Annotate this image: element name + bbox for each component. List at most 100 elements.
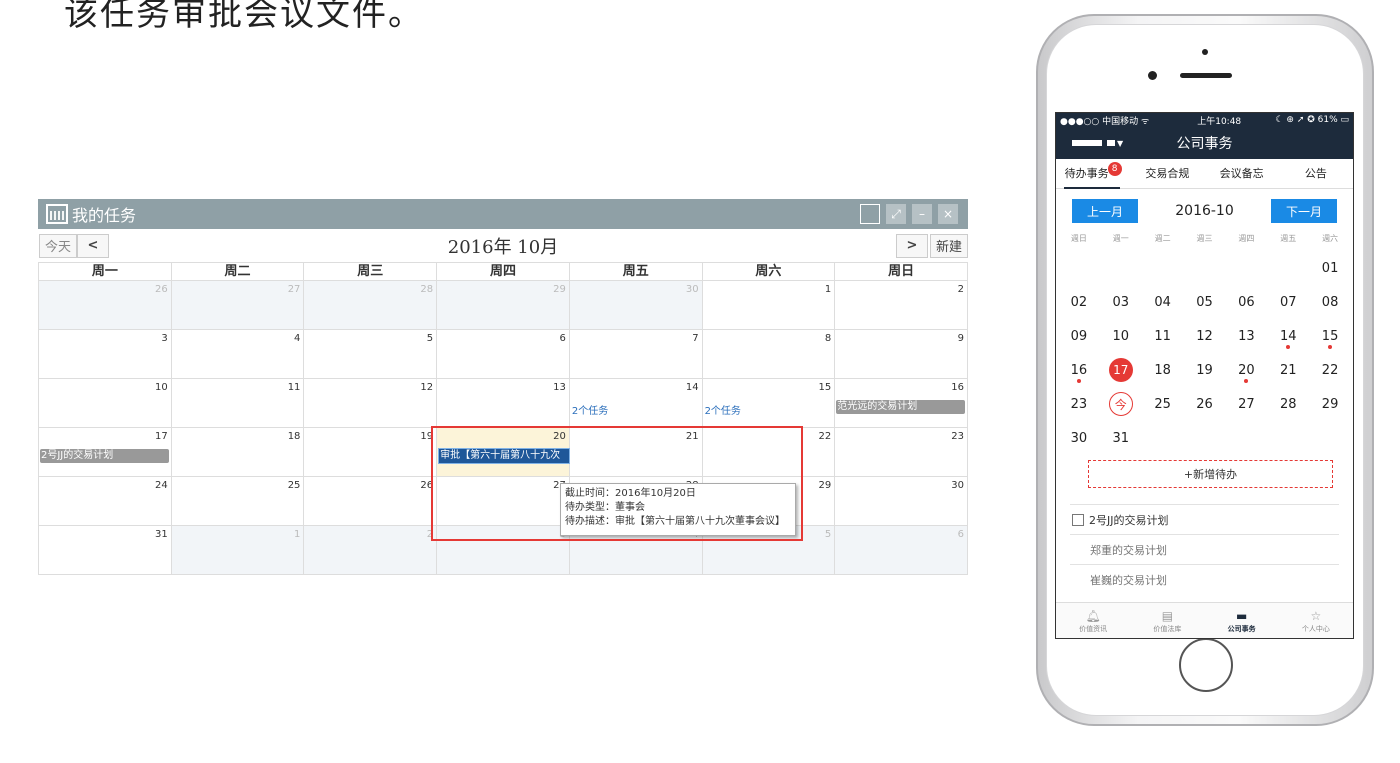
day-cell[interactable]: 30: [835, 477, 968, 526]
day-selected[interactable]: 17: [1100, 353, 1142, 387]
day[interactable]: 07: [1267, 285, 1309, 319]
day-cell[interactable]: 10: [39, 379, 172, 428]
tab-meeting-memo[interactable]: 会议备忘: [1205, 159, 1279, 189]
day-cell[interactable]: 31: [39, 526, 172, 575]
today-button[interactable]: 今天: [39, 233, 77, 258]
day-cell[interactable]: 2: [304, 526, 438, 575]
day-cell[interactable]: 5: [304, 330, 438, 379]
day-cell[interactable]: 3: [39, 330, 172, 379]
tabbar-item-company[interactable]: ▬ 公司事务: [1205, 603, 1279, 638]
day-today[interactable]: 今: [1100, 387, 1142, 421]
day-cell[interactable]: 25: [171, 477, 305, 526]
day-cell[interactable]: 24: [39, 477, 172, 526]
user-name-redacted[interactable]: [1107, 140, 1115, 146]
day-cell[interactable]: 23: [835, 428, 968, 477]
day-cell[interactable]: 27: [171, 281, 305, 330]
day-cell[interactable]: 9: [835, 330, 968, 379]
day-with-event[interactable]: 14: [1267, 319, 1309, 353]
day-cell[interactable]: 6: [437, 330, 570, 379]
day[interactable]: 29: [1309, 387, 1351, 421]
close-icon[interactable]: ×: [938, 204, 958, 224]
tabbar-item-news[interactable]: 🔔︎ 价值资讯: [1056, 603, 1130, 638]
maximize-icon[interactable]: ⤢: [886, 204, 906, 224]
day[interactable]: 31: [1100, 421, 1142, 455]
next-month-button[interactable]: >: [896, 233, 928, 258]
prev-month-button[interactable]: 上一月: [1072, 199, 1138, 223]
day[interactable]: 30: [1058, 421, 1100, 455]
day-cell[interactable]: 22: [702, 428, 836, 477]
day[interactable]: 13: [1225, 319, 1267, 353]
day-cell[interactable]: 27: [437, 477, 570, 526]
event-trade-plan[interactable]: 范光远的交易计划: [836, 400, 965, 414]
tabbar-item-profile[interactable]: ☆ 个人中心: [1279, 603, 1353, 638]
day-cell[interactable]: 14 2个任务: [569, 379, 703, 428]
day[interactable]: 22: [1309, 353, 1351, 387]
day[interactable]: 10: [1100, 319, 1142, 353]
day[interactable]: 05: [1184, 285, 1226, 319]
day[interactable]: 08: [1309, 285, 1351, 319]
day-cell[interactable]: 6: [835, 526, 968, 575]
day-cell[interactable]: 1: [171, 526, 305, 575]
day-with-event[interactable]: 20: [1225, 353, 1267, 387]
day-cell[interactable]: 15 2个任务: [702, 379, 836, 428]
day[interactable]: 23: [1058, 387, 1100, 421]
list-item[interactable]: 2号JJ的交易计划: [1070, 504, 1339, 534]
day-cell-today[interactable]: 20 审批【第六十届第八十九次: [437, 428, 570, 477]
day[interactable]: 19: [1184, 353, 1226, 387]
day-cell[interactable]: 12: [304, 379, 438, 428]
day[interactable]: 11: [1142, 319, 1184, 353]
day-cell[interactable]: 19: [304, 428, 438, 477]
task-checkbox[interactable]: [1072, 513, 1084, 526]
restore-icon[interactable]: [860, 204, 880, 224]
day[interactable]: 04: [1142, 285, 1184, 319]
home-button[interactable]: [1179, 638, 1233, 692]
list-item[interactable]: 崔巍的交易计划: [1070, 564, 1339, 594]
day-cell[interactable]: 17 2号JJ的交易计划: [39, 428, 172, 477]
day[interactable]: 21: [1267, 353, 1309, 387]
day-cell[interactable]: 16 范光远的交易计划: [835, 379, 968, 428]
event-trade-plan[interactable]: 2号JJ的交易计划: [40, 449, 169, 463]
minimize-icon[interactable]: –: [912, 204, 932, 224]
day[interactable]: 28: [1267, 387, 1309, 421]
day[interactable]: 12: [1184, 319, 1226, 353]
day-cell[interactable]: 7: [569, 330, 703, 379]
tab-trade-compliance[interactable]: 交易合规: [1130, 159, 1204, 189]
day-cell[interactable]: 29: [437, 281, 570, 330]
day[interactable]: 09: [1058, 319, 1100, 353]
day[interactable]: 25: [1142, 387, 1184, 421]
day[interactable]: 03: [1100, 285, 1142, 319]
tabbar-item-library[interactable]: ▤ 价值法库: [1130, 603, 1204, 638]
task-count-link[interactable]: 2个任务: [572, 402, 608, 417]
day-cell[interactable]: 2: [835, 281, 968, 330]
day-cell[interactable]: 18: [171, 428, 305, 477]
list-item[interactable]: 郑重的交易计划: [1070, 534, 1339, 564]
day-cell[interactable]: 26: [304, 477, 438, 526]
day-cell[interactable]: 30: [569, 281, 703, 330]
day-cell[interactable]: 26: [39, 281, 172, 330]
dropdown-caret-icon[interactable]: ▼: [1117, 139, 1123, 148]
day-cell[interactable]: 28: [304, 281, 438, 330]
day-with-event[interactable]: 16: [1058, 353, 1100, 387]
day-cell[interactable]: 13: [437, 379, 570, 428]
new-button[interactable]: 新建: [930, 233, 968, 258]
tab-announcements[interactable]: 公告: [1279, 159, 1353, 189]
day-cell[interactable]: 11: [171, 379, 305, 428]
tab-todo[interactable]: 待办事务 8: [1056, 159, 1130, 189]
day[interactable]: 06: [1225, 285, 1267, 319]
next-month-button[interactable]: 下一月: [1271, 199, 1337, 223]
day[interactable]: 18: [1142, 353, 1184, 387]
add-todo-button[interactable]: +新增待办: [1088, 460, 1333, 488]
prev-month-button[interactable]: <: [77, 233, 109, 258]
day-cell[interactable]: 3: [437, 526, 570, 575]
day-cell[interactable]: 21: [569, 428, 703, 477]
day[interactable]: 26: [1184, 387, 1226, 421]
day[interactable]: 02: [1058, 285, 1100, 319]
event-approval[interactable]: 审批【第六十届第八十九次: [438, 448, 570, 464]
day-cell[interactable]: 4: [171, 330, 305, 379]
day[interactable]: 01: [1309, 251, 1351, 285]
day-cell[interactable]: 8: [702, 330, 836, 379]
day-cell[interactable]: 1: [702, 281, 836, 330]
task-count-link[interactable]: 2个任务: [705, 402, 741, 417]
day-with-event[interactable]: 15: [1309, 319, 1351, 353]
day[interactable]: 27: [1225, 387, 1267, 421]
